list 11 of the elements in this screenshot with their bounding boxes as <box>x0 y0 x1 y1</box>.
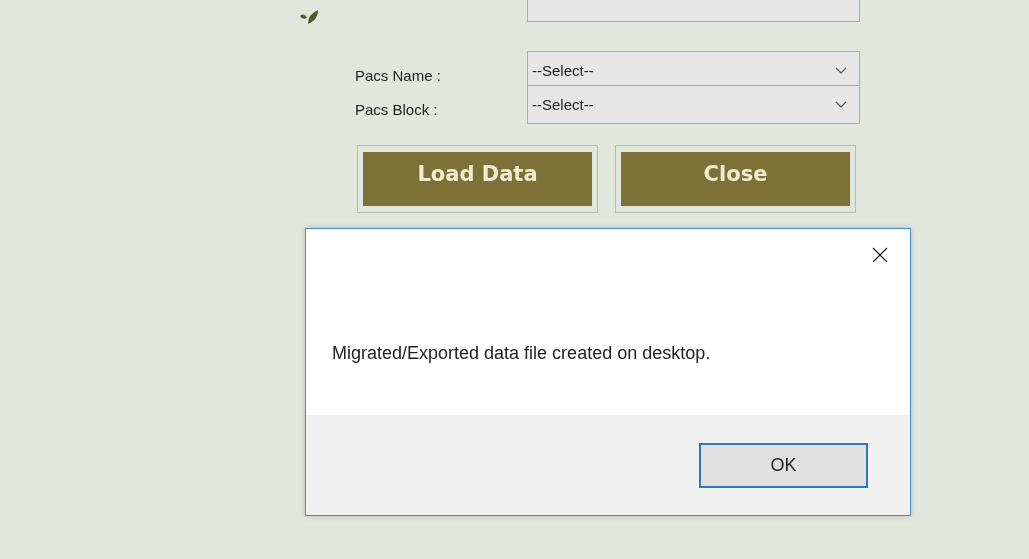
close-icon[interactable] <box>872 247 888 263</box>
field-label: Pacs Block : <box>355 100 439 118</box>
leaf-icon <box>298 10 320 26</box>
field-label: Pacs Name : <box>355 66 442 84</box>
dialog-message: Migrated/Exported data file created on desktop. <box>332 343 711 364</box>
chevron-down-icon <box>835 101 847 108</box>
dropdown[interactable]: --Select-- <box>527 85 860 124</box>
action-button[interactable]: Load Data <box>363 152 592 206</box>
action-button[interactable]: Close <box>621 152 850 206</box>
chevron-down-icon <box>835 67 847 74</box>
ok-button[interactable]: OK <box>699 443 868 488</box>
